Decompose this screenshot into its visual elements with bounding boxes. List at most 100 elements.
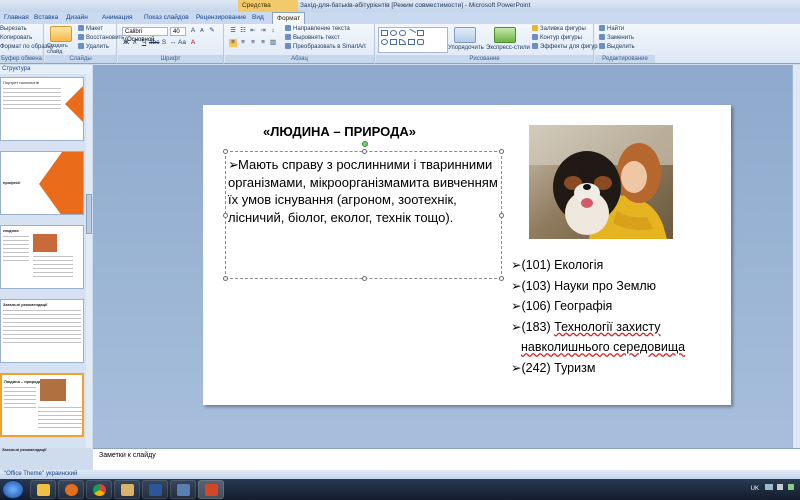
numbering-button[interactable]: ☷	[239, 27, 247, 35]
resize-handle-sw[interactable]	[223, 276, 228, 281]
photo-woman-with-dog[interactable]	[529, 125, 673, 239]
replace-button[interactable]: Заменить	[599, 34, 634, 42]
circle-icon[interactable]	[381, 39, 388, 45]
resize-handle-nw[interactable]	[223, 149, 228, 154]
arrow-shape-icon[interactable]	[408, 39, 415, 45]
body-text[interactable]: ➢Мають справу з рослинними і тваринними …	[228, 156, 498, 226]
case-button[interactable]: Aa	[178, 39, 186, 47]
shapes-gallery[interactable]	[378, 27, 448, 53]
slide-thumbnail-1[interactable]: Портрет психологів	[0, 77, 84, 141]
callout-icon[interactable]	[417, 39, 424, 45]
bullets-button[interactable]: ☰	[229, 27, 237, 35]
strike-button[interactable]: abc	[149, 39, 159, 47]
italic-button[interactable]: К	[131, 39, 139, 47]
body-textbox[interactable]: ➢Мають справу з рослинними і тваринними …	[223, 141, 504, 281]
new-slide-icon[interactable]	[50, 26, 72, 42]
notes-pane[interactable]: Заметки к слайду	[93, 448, 800, 470]
slide-thumbnail-2[interactable]: професії	[0, 151, 84, 215]
slide-thumbnail-3[interactable]: людина	[0, 225, 84, 289]
bold-button[interactable]: Ж	[122, 39, 130, 47]
resize-handle-n[interactable]	[362, 149, 367, 154]
volume-icon[interactable]	[777, 484, 784, 490]
thumbnail-6-title[interactable]: Загальні рекомендації	[2, 447, 46, 452]
language-indicator[interactable]: украинский	[46, 470, 77, 479]
tab-view[interactable]: Вид	[248, 12, 268, 24]
line-spacing-button[interactable]: ↕	[269, 27, 277, 35]
tab-insert[interactable]: Вставка	[30, 12, 62, 24]
list-item-continuation[interactable]: навколишнього середовища	[511, 337, 726, 358]
align-left-button[interactable]: ≡	[229, 39, 237, 47]
shape-fill-button[interactable]: Заливка фигуры	[532, 25, 586, 33]
list-item[interactable]: ➢(103) Науки про Землю	[511, 276, 726, 297]
font-name-combo[interactable]: Calibri (Основной	[122, 27, 168, 43]
language-tray[interactable]: UK	[751, 486, 759, 492]
oval-icon[interactable]	[390, 30, 397, 36]
grow-font-button[interactable]: A	[189, 27, 197, 35]
panel-scrollbar[interactable]	[86, 74, 92, 448]
indent-increase-button[interactable]: ⇥	[259, 27, 267, 35]
shadow-button[interactable]: S	[160, 39, 168, 47]
align-center-button[interactable]: ≡	[239, 39, 247, 47]
list-item[interactable]: ➢(183) Технології захисту	[511, 317, 726, 338]
tab-animation[interactable]: Анимация	[98, 12, 137, 24]
tab-slideshow[interactable]: Показ слайдов	[140, 12, 193, 24]
workspace-scrollbar[interactable]	[792, 65, 800, 448]
select-button[interactable]: Выделить	[599, 43, 635, 51]
slide-thumbnail-5[interactable]: Людина – природа	[0, 373, 84, 437]
taskbar-explorer[interactable]	[30, 480, 56, 499]
align-text-button[interactable]: Выровнять текст	[285, 34, 340, 42]
slide-title[interactable]: «ЛЮДИНА – ПРИРОДА»	[263, 124, 416, 139]
layout-button[interactable]: Макет	[78, 25, 103, 33]
battery-icon[interactable]	[788, 484, 794, 490]
list-item[interactable]: ➢(101) Екологія	[511, 255, 726, 276]
shape-outline-button[interactable]: Контур фигуры	[532, 34, 582, 42]
smartart-button[interactable]: Преобразовать в SmartArt	[285, 43, 366, 51]
cut-button[interactable]: Вырезать	[0, 25, 27, 33]
curve-icon[interactable]	[399, 39, 406, 45]
tab-review[interactable]: Рецензирование	[192, 12, 250, 24]
list-item[interactable]: ➢(106) Географія	[511, 296, 726, 317]
taskbar-chrome[interactable]	[86, 480, 112, 499]
panel-header[interactable]: Структура	[0, 65, 92, 74]
underline-button[interactable]: Ч	[140, 39, 148, 47]
justify-button[interactable]: ≡	[259, 39, 267, 47]
font-color-button[interactable]: A	[189, 39, 197, 47]
copy-button[interactable]: Копировать	[0, 34, 32, 42]
resize-handle-ne[interactable]	[499, 149, 504, 154]
new-slide-button[interactable]: Создать слайд	[47, 43, 77, 55]
shape-effects-button[interactable]: Эффекты для фигур	[532, 43, 598, 51]
square-icon[interactable]	[417, 30, 424, 36]
font-size-combo[interactable]: 40	[170, 27, 186, 36]
line-icon[interactable]	[406, 28, 417, 38]
find-button[interactable]: Найти	[599, 25, 624, 33]
align-right-button[interactable]: ≡	[249, 39, 257, 47]
text-direction-button[interactable]: Направление текста	[285, 25, 350, 33]
slide-thumbnail-4[interactable]: Загальні рекомендації	[0, 299, 84, 363]
spacing-button[interactable]: ↔	[169, 39, 177, 47]
resize-handle-e[interactable]	[499, 213, 504, 218]
rectangle-icon[interactable]	[381, 30, 388, 36]
panel-scroll-thumb[interactable]	[86, 194, 92, 234]
tab-design[interactable]: Дизайн	[62, 12, 92, 24]
taskbar-word[interactable]	[142, 480, 168, 499]
taskbar-powerpoint[interactable]	[198, 480, 224, 499]
rotate-handle[interactable]	[362, 141, 368, 147]
indent-decrease-button[interactable]: ⇤	[249, 27, 257, 35]
quick-styles-button[interactable]: Экспресс-стили	[486, 44, 530, 52]
tab-home[interactable]: Главная	[0, 12, 33, 24]
arrange-button[interactable]: Упорядочить	[448, 44, 484, 52]
start-button[interactable]	[2, 480, 24, 499]
arrange-icon[interactable]	[454, 27, 476, 43]
tab-format[interactable]: Формат	[272, 12, 306, 24]
clear-format-button[interactable]: ✎	[208, 27, 216, 35]
shrink-font-button[interactable]: A	[198, 27, 206, 35]
columns-button[interactable]: ▥	[269, 39, 277, 47]
quick-styles-icon[interactable]	[494, 27, 516, 43]
delete-slide-button[interactable]: Удалить	[78, 43, 109, 51]
network-icon[interactable]	[764, 484, 773, 490]
list-item[interactable]: ➢(242) Туризм	[511, 358, 726, 379]
resize-handle-se[interactable]	[499, 276, 504, 281]
textbox-icon[interactable]	[390, 39, 397, 45]
resize-handle-s[interactable]	[362, 276, 367, 281]
taskbar-media[interactable]	[58, 480, 84, 499]
